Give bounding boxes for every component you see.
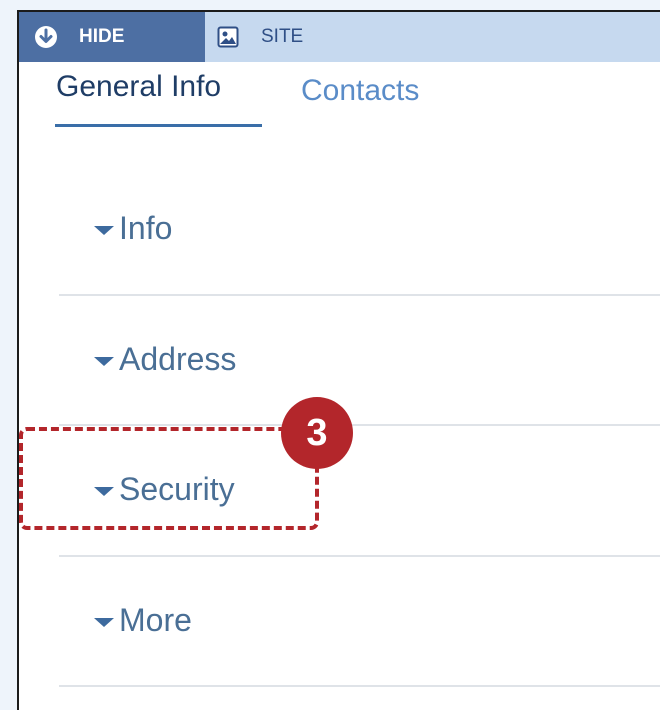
section-divider xyxy=(59,555,660,557)
hide-button-label: HIDE xyxy=(79,26,125,47)
tab-general-info[interactable]: General Info xyxy=(56,70,221,104)
toolbar: HIDE SITE xyxy=(19,12,660,62)
caret-down-icon xyxy=(94,225,114,235)
section-divider xyxy=(59,294,660,296)
arrow-down-circle-icon xyxy=(34,25,58,49)
section-divider xyxy=(59,685,660,687)
step-number-badge: 3 xyxy=(281,397,353,469)
caret-down-icon xyxy=(94,356,114,366)
section-address-header[interactable]: Address xyxy=(94,341,236,378)
image-icon xyxy=(217,26,239,48)
section-info-header[interactable]: Info xyxy=(94,210,172,247)
section-more-header[interactable]: More xyxy=(94,602,192,639)
site-button[interactable]: SITE xyxy=(217,12,303,62)
tab-contacts[interactable]: Contacts xyxy=(301,74,419,108)
hide-button[interactable]: HIDE xyxy=(19,12,205,62)
caret-down-icon xyxy=(94,617,114,627)
section-info-label: Info xyxy=(119,210,173,246)
site-button-label: SITE xyxy=(261,26,304,47)
section-address-label: Address xyxy=(119,341,237,377)
active-tab-indicator xyxy=(55,124,262,127)
section-divider xyxy=(59,424,660,426)
record-panel: HIDE SITE General Info Contacts Info Add… xyxy=(17,10,660,710)
security-highlight-callout xyxy=(19,427,319,530)
section-more-label: More xyxy=(119,602,192,638)
